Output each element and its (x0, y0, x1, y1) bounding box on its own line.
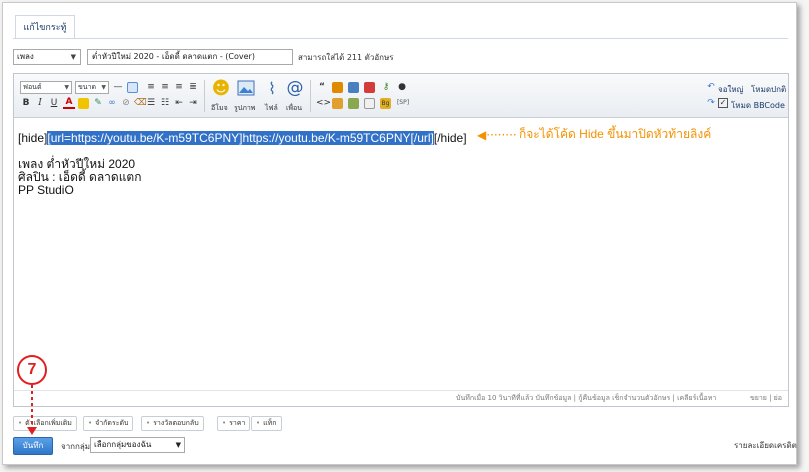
globe-icon[interactable]: ● (396, 81, 408, 93)
align-left-icon[interactable]: ≡ (145, 81, 157, 93)
font-family-select[interactable]: ฟอนต์ ▼ (20, 81, 72, 94)
chip-dot-icon: • (256, 419, 261, 427)
align-justify-icon[interactable]: ≣ (187, 81, 199, 93)
category-select[interactable]: เพลง ▼ (13, 49, 81, 65)
link-icon[interactable]: ∞ (106, 97, 118, 109)
text-color-icon[interactable]: A (63, 97, 75, 109)
table-icon[interactable] (127, 82, 138, 93)
chip-tags[interactable]: • แท็ก (251, 416, 282, 431)
flash-icon[interactable] (364, 82, 375, 93)
step-marker: 7 (17, 355, 47, 385)
font-family-value: ฟอนต์ (23, 83, 42, 91)
spoiler-icon[interactable]: [SP] (394, 97, 412, 109)
background-icon[interactable]: Bg (380, 98, 391, 109)
indent-icon[interactable]: ⇥ (187, 97, 199, 109)
emoji-icon[interactable]: ☻ (211, 79, 231, 99)
chip-more-options[interactable]: • ตัวเลือกเพิ่มเติม (13, 416, 77, 431)
chip-label: รางวัลตอบกลับ (153, 419, 199, 427)
font-size-value: ขนาด (78, 83, 97, 91)
title-input[interactable]: ต่ำหัวปีใหม่ 2020 - เอ็ดดี้ ดลาดแตก - (C… (87, 49, 293, 65)
credit-details-link[interactable]: รายละเอียดเครดิต (734, 439, 797, 452)
key-icon[interactable]: ⚷ (380, 81, 392, 93)
group-select[interactable]: เลือกกลุ่มของฉัน ▼ (90, 437, 185, 453)
hide-open-tag: [hide] (18, 131, 48, 145)
chevron-down-icon: ▼ (64, 84, 69, 91)
horizontal-rule-icon[interactable]: — (112, 81, 124, 93)
media-icon[interactable] (348, 82, 359, 93)
outdent-icon[interactable]: ⇤ (173, 97, 185, 109)
category-value: เพลง (17, 52, 34, 61)
chip-dot-icon: • (146, 419, 151, 427)
editor-toolbar: ฟอนต์ ▼ ขนาด ▼ — ≡ ≡ ≡ ≣ B I U A ✎ ∞ ⊘ ⌫ ☰… (14, 74, 788, 118)
toolbar-separator (310, 80, 311, 112)
mention-icon[interactable]: @ (285, 78, 305, 98)
chip-label: ราคา (229, 419, 246, 427)
post-editor: ฟอนต์ ▼ ขนาด ▼ — ≡ ≡ ≡ ≣ B I U A ✎ ∞ ⊘ ⌫ ☰… (13, 73, 789, 407)
chip-dot-icon: • (222, 419, 227, 427)
lock-icon[interactable] (332, 82, 343, 93)
hide-close-tag: [/hide] (433, 131, 467, 145)
annotation-arrow: ◀········ (477, 128, 517, 142)
redo-arrow-icon[interactable]: ↷ (705, 97, 717, 109)
chip-reply-reward[interactable]: • รางวัลตอบกลับ (141, 416, 204, 431)
group-select-value: เลือกกลุ่มของฉัน (94, 440, 152, 449)
editor-content[interactable]: [hide][url=https://youtu.be/K-m59TC6PNY]… (14, 118, 788, 390)
editor-statusbar: บันทึกเมื่อ 10 วินาทีที่แล้ว บันทึกข้อมู… (14, 390, 788, 406)
chip-label: ตัวเลือกเพิ่มเติม (25, 419, 72, 427)
bold-icon[interactable]: B (20, 97, 32, 109)
code-icon[interactable]: <> (316, 97, 331, 109)
highlight-color-icon[interactable] (78, 98, 89, 109)
chip-dot-icon: • (18, 419, 23, 427)
hide-lock-icon[interactable] (332, 98, 343, 109)
editor-window: แก้ไขกระทู้ เพลง ▼ ต่ำหัวปีใหม่ 2020 - เ… (2, 2, 797, 465)
selected-url-code: [url=https://youtu.be/K-m59TC6PNY]https:… (47, 131, 434, 145)
title-char-counter: สามารถใส่ได้ 211 ตัวอักษร (298, 53, 394, 62)
group-label: จากกลุ่ม: (61, 442, 93, 451)
underline-icon[interactable]: U (48, 97, 60, 109)
undo-arrow-icon[interactable]: ↶ (705, 81, 717, 93)
resize-links[interactable]: ขยาย | ย่อ (750, 391, 782, 406)
toolbar-separator (204, 80, 205, 112)
artist-line: ศิลปิน : เอ็ดดี้ ดลาดแตก (18, 170, 142, 184)
paperclip-icon[interactable]: ⌇ (262, 79, 282, 99)
chip-price[interactable]: • ราคา (217, 416, 251, 431)
autosave-status[interactable]: บันทึกเมื่อ 10 วินาทีที่แล้ว บันทึกข้อมู… (456, 391, 716, 406)
bbcode-checkbox[interactable]: ✓ (718, 98, 728, 108)
unordered-list-icon[interactable]: ☷ (159, 97, 171, 109)
tab-edit-thread[interactable]: แก้ไขกระทู้ (15, 15, 75, 39)
mention-label: เพื่อน (286, 104, 302, 112)
annotation-text: ก็จะได้โค้ด Hide ขึ้นมาปิดหัวท้ายลิงค์ (519, 127, 712, 141)
page-icon[interactable] (364, 98, 375, 109)
chevron-down-icon: ▼ (101, 84, 106, 91)
emoji-label: อีโมจ (211, 104, 228, 112)
studio-line: PP StudiO (18, 183, 74, 197)
format-painter-icon[interactable]: ✎ (92, 97, 104, 109)
image-icon[interactable] (236, 80, 256, 100)
chip-dot-icon: • (88, 419, 93, 427)
italic-icon[interactable]: I (34, 97, 46, 109)
ordered-list-icon[interactable]: ☰ (145, 97, 157, 109)
image-label: รูปภาพ (234, 104, 256, 112)
gift-icon[interactable] (348, 98, 359, 109)
bbcode-mode-label: โหมด BBCode (731, 101, 785, 110)
tab-divider (13, 38, 788, 39)
fullscreen-button[interactable]: จอใหญ่ (718, 83, 744, 96)
align-right-icon[interactable]: ≡ (173, 81, 185, 93)
save-button[interactable]: บันทึก (13, 437, 53, 455)
chevron-down-icon: ▼ (70, 53, 76, 61)
normal-mode-button[interactable]: โหมดปกติ (751, 83, 786, 96)
chevron-down-icon: ▼ (175, 441, 181, 449)
chip-label: แท็ก (263, 419, 277, 427)
unlink-icon[interactable]: ⊘ (120, 97, 132, 109)
align-center-icon[interactable]: ≡ (159, 81, 171, 93)
quote-icon[interactable]: “ (316, 81, 328, 93)
chip-label: จำกัดระดับ (95, 419, 129, 427)
file-label: ไฟล์ (265, 104, 278, 112)
chip-level-limit[interactable]: • จำกัดระดับ (83, 416, 134, 431)
font-size-select[interactable]: ขนาด ▼ (75, 81, 109, 94)
